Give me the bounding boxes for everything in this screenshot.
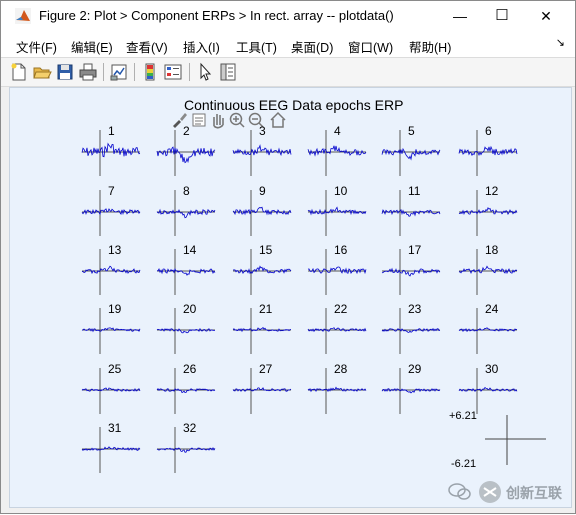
brand-logo-icon (479, 481, 501, 503)
watermark-text: 创新互联 (506, 485, 562, 501)
figure-window: Figure 2: Plot > Component ERPs > In rec… (0, 0, 576, 514)
watermark: 创新互联 (448, 478, 576, 508)
scale-bar (485, 415, 546, 465)
wechat-icon (448, 483, 471, 500)
